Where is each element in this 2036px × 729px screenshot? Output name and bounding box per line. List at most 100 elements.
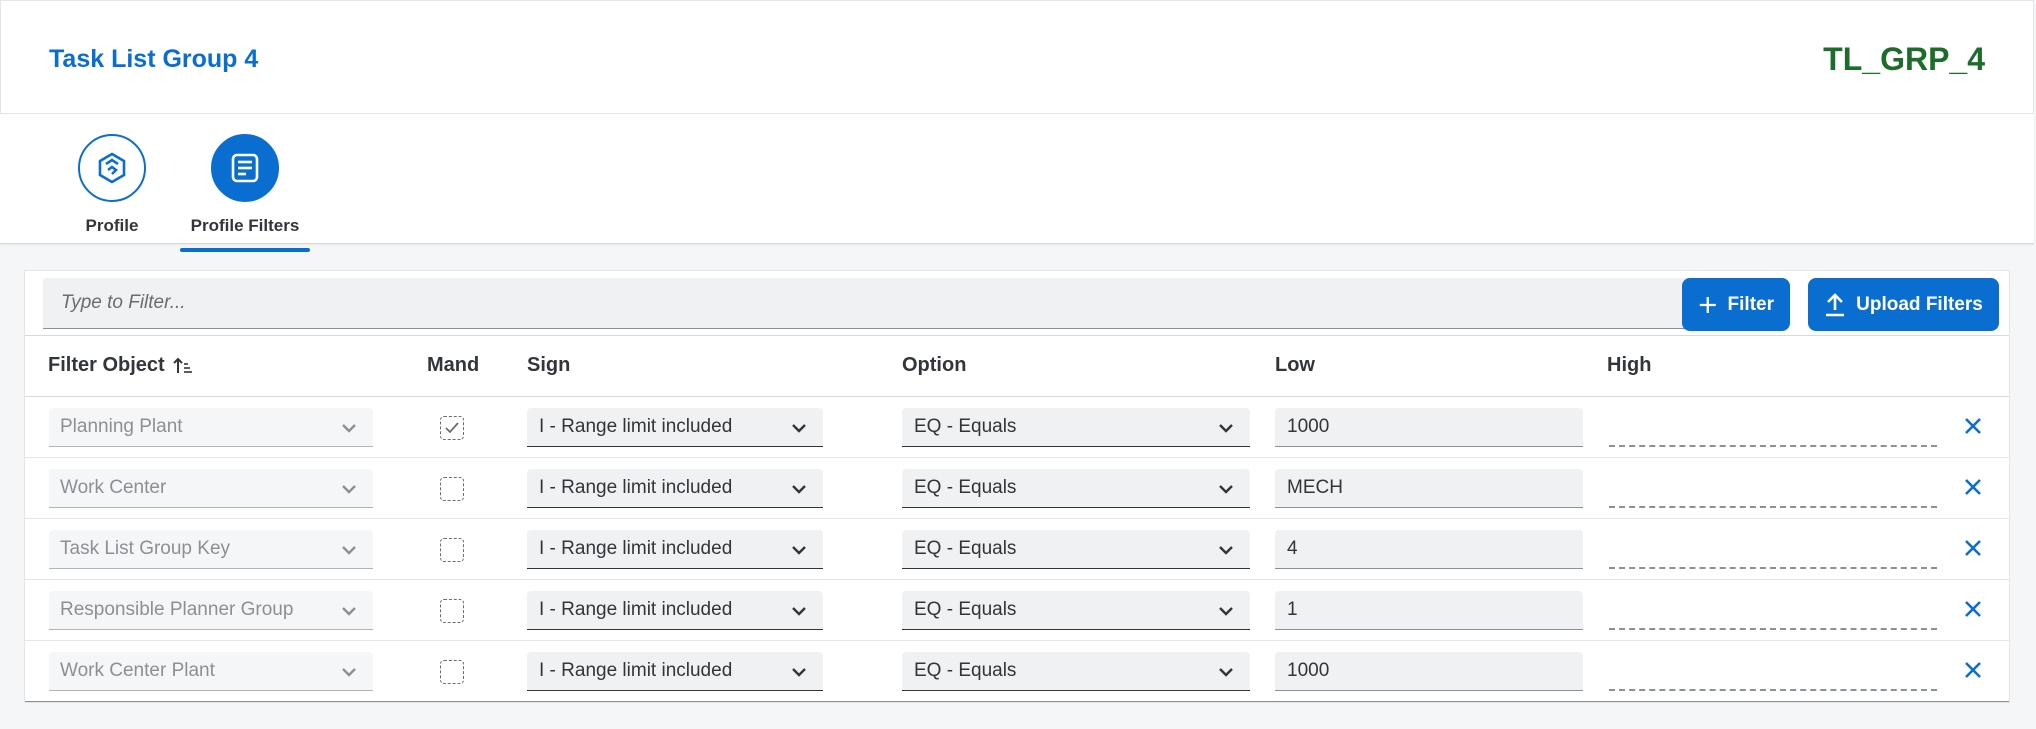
sort-ascending-icon	[172, 357, 192, 373]
table-row: Task List Group Key I - Range limit inclu…	[25, 519, 2009, 580]
active-tab-indicator	[180, 248, 310, 252]
low-input[interactable]: 1	[1275, 591, 1583, 630]
delete-row-button[interactable]	[1960, 657, 1986, 688]
chevron-down-icon[interactable]	[1216, 662, 1236, 688]
sign-value: I - Range limit included	[539, 599, 733, 620]
check-icon	[445, 422, 459, 434]
mand-checkbox[interactable]	[440, 416, 464, 440]
option-value: EQ - Equals	[914, 538, 1017, 559]
sign-select[interactable]: I - Range limit included	[527, 652, 823, 691]
page-title: Task List Group 4	[49, 45, 259, 73]
table-header: Filter Object Mand Sign Option Low High	[25, 335, 2009, 397]
low-input[interactable]: 1000	[1275, 652, 1583, 691]
tab-profile-filters[interactable]: Profile Filters	[180, 134, 310, 252]
sign-select[interactable]: I - Range limit included	[527, 408, 823, 447]
chevron-down-icon[interactable]	[339, 479, 359, 505]
column-filter-object[interactable]: Filter Object	[48, 354, 193, 377]
filters-panel: Filter Upload Filters Filter Object Mand…	[24, 270, 2010, 703]
filter-object-combobox[interactable]: Planning Plant	[49, 408, 373, 447]
filters-toolbar: Filter Upload Filters	[25, 271, 2009, 336]
tab-profile-label: Profile	[85, 216, 139, 235]
high-input[interactable]	[1609, 591, 1937, 630]
chevron-down-icon[interactable]	[1216, 418, 1236, 444]
delete-row-button[interactable]	[1960, 596, 1986, 627]
high-input[interactable]	[1609, 469, 1937, 508]
option-value: EQ - Equals	[914, 416, 1017, 437]
filter-object-value: Work Center	[60, 477, 167, 498]
column-option: Option	[902, 354, 967, 376]
sign-value: I - Range limit included	[539, 416, 733, 437]
group-code: TL_GRP_4	[1823, 41, 1985, 77]
page-header: Task List Group 4 TL_GRP_4	[0, 0, 2034, 114]
chevron-down-icon[interactable]	[339, 662, 359, 688]
filter-object-combobox[interactable]: Responsible Planner Group	[49, 591, 373, 630]
option-select[interactable]: EQ - Equals	[902, 469, 1250, 508]
mand-checkbox[interactable]	[440, 660, 464, 684]
sign-select[interactable]: I - Range limit included	[527, 469, 823, 508]
high-input[interactable]	[1609, 408, 1937, 447]
delete-row-button[interactable]	[1960, 413, 1986, 444]
delete-row-button[interactable]	[1960, 474, 1986, 505]
chevron-down-icon[interactable]	[789, 418, 809, 444]
option-value: EQ - Equals	[914, 660, 1017, 681]
add-filter-button[interactable]: Filter	[1682, 278, 1790, 331]
sign-value: I - Range limit included	[539, 660, 733, 681]
icon-tab-bar: Profile Profile Filters	[0, 114, 2034, 252]
chevron-down-icon[interactable]	[789, 601, 809, 627]
sign-value: I - Range limit included	[539, 538, 733, 559]
chevron-down-icon[interactable]	[1216, 479, 1236, 505]
option-select[interactable]: EQ - Equals	[902, 408, 1250, 447]
low-value: 4	[1287, 538, 1298, 559]
low-value: 1000	[1287, 660, 1330, 681]
low-input[interactable]: 1000	[1275, 408, 1583, 447]
upload-filters-label: Upload Filters	[1856, 293, 1983, 315]
low-input[interactable]: MECH	[1275, 469, 1583, 508]
low-input[interactable]: 4	[1275, 530, 1583, 569]
filter-list-icon	[211, 134, 279, 202]
table-row: Work Center I - Range limit included EQ - …	[25, 458, 2009, 519]
sign-select[interactable]: I - Range limit included	[527, 530, 823, 569]
add-filter-label: Filter	[1727, 293, 1774, 315]
option-value: EQ - Equals	[914, 477, 1017, 498]
mand-checkbox[interactable]	[440, 599, 464, 623]
chevron-down-icon[interactable]	[1216, 601, 1236, 627]
filter-object-combobox[interactable]: Work Center	[49, 469, 373, 508]
table-row: Planning Plant I - Range limit included EQ…	[25, 397, 2009, 458]
close-icon	[1965, 662, 1981, 678]
option-select[interactable]: EQ - Equals	[902, 652, 1250, 691]
filter-object-value: Planning Plant	[60, 416, 183, 437]
high-input[interactable]	[1609, 530, 1937, 569]
filter-object-value: Work Center Plant	[60, 660, 215, 681]
chevron-down-icon[interactable]	[789, 479, 809, 505]
close-icon	[1965, 418, 1981, 434]
upload-icon	[1826, 292, 1845, 316]
high-input[interactable]	[1609, 652, 1937, 691]
mand-checkbox[interactable]	[440, 538, 464, 562]
upload-filters-button[interactable]: Upload Filters	[1808, 278, 1999, 331]
filter-object-value: Task List Group Key	[60, 538, 231, 559]
close-icon	[1965, 540, 1981, 556]
option-select[interactable]: EQ - Equals	[902, 530, 1250, 569]
plus-icon	[1699, 296, 1716, 313]
chevron-down-icon[interactable]	[789, 540, 809, 566]
sign-value: I - Range limit included	[539, 477, 733, 498]
chevron-down-icon[interactable]	[1216, 540, 1236, 566]
search-input[interactable]	[43, 278, 1693, 329]
filter-object-combobox[interactable]: Task List Group Key	[49, 530, 373, 569]
chevron-down-icon[interactable]	[339, 418, 359, 444]
low-value: 1	[1287, 599, 1298, 620]
sign-select[interactable]: I - Range limit included	[527, 591, 823, 630]
chevron-down-icon[interactable]	[339, 601, 359, 627]
chevron-down-icon[interactable]	[339, 540, 359, 566]
profile-icon	[78, 134, 146, 202]
low-value: MECH	[1287, 477, 1343, 498]
mand-checkbox[interactable]	[440, 477, 464, 501]
tab-profile[interactable]: Profile	[78, 134, 146, 236]
chevron-down-icon[interactable]	[789, 662, 809, 688]
tab-profile-filters-label: Profile Filters	[190, 216, 300, 235]
low-value: 1000	[1287, 416, 1330, 437]
option-select[interactable]: EQ - Equals	[902, 591, 1250, 630]
filter-object-combobox[interactable]: Work Center Plant	[49, 652, 373, 691]
delete-row-button[interactable]	[1960, 535, 1986, 566]
filter-object-value: Responsible Planner Group	[60, 599, 294, 620]
